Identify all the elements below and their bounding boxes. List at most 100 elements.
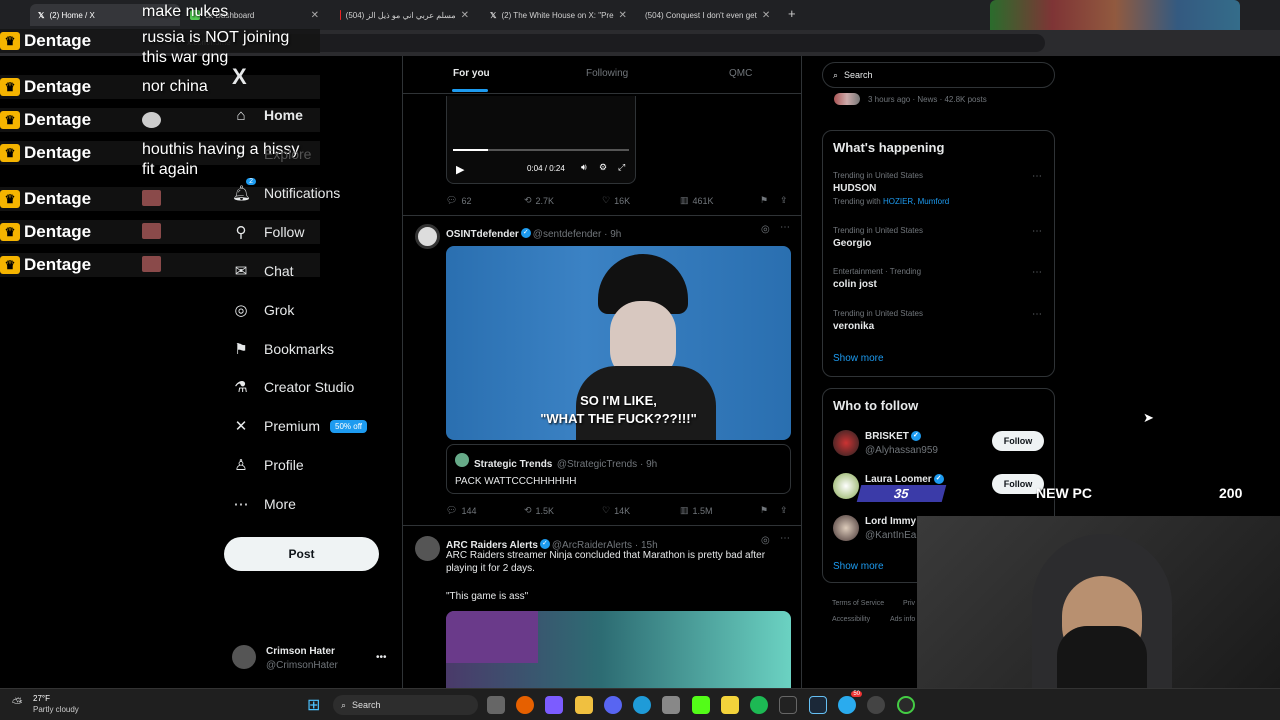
chat-username: Dentage bbox=[24, 222, 92, 241]
video-progress-bar[interactable] bbox=[453, 149, 629, 151]
user-name[interactable]: Laura Loomer ✓ bbox=[865, 474, 946, 485]
more-icon[interactable]: ⋯ bbox=[780, 533, 790, 544]
author-handle[interactable]: @sentdefender bbox=[533, 229, 602, 240]
browser-tab[interactable]: مسلم عربي اني مو ذيل الز (504) ✕ bbox=[332, 4, 477, 26]
stat-value: 461K bbox=[692, 195, 714, 206]
repost-count[interactable]: ⟲ 2.7K bbox=[524, 195, 554, 206]
bookmark-icon[interactable]: ⚑ bbox=[760, 195, 768, 206]
taskbar-search[interactable]: ⌕ Search bbox=[333, 695, 478, 715]
trend-name: veronika bbox=[833, 321, 875, 332]
avatar[interactable] bbox=[833, 430, 859, 456]
grok-icon[interactable]: ◎ bbox=[761, 224, 770, 235]
follow-button[interactable]: Follow bbox=[992, 431, 1044, 451]
notes-icon[interactable] bbox=[721, 696, 739, 714]
more-icon[interactable]: ••• bbox=[376, 652, 387, 663]
show-more-link[interactable]: Show more bbox=[833, 561, 884, 572]
more-icon[interactable]: ⋯ bbox=[780, 222, 790, 233]
nav-chat[interactable]: ✉ Chat bbox=[232, 257, 294, 285]
nav-explore[interactable]: ⌕ Explore bbox=[232, 140, 312, 168]
author-name[interactable]: OSINTdefender bbox=[446, 229, 519, 240]
tab-qmc[interactable]: QMC bbox=[729, 68, 752, 79]
tab-for-you[interactable]: For you bbox=[453, 68, 490, 79]
nav-notifications[interactable]: 🔔︎ 2 Notifications bbox=[232, 178, 340, 207]
telegram-icon[interactable]: 50 bbox=[838, 691, 862, 714]
fullscreen-icon[interactable]: ⤢ bbox=[618, 162, 625, 173]
nav-more[interactable]: ⋯ More bbox=[232, 490, 296, 518]
footer-link[interactable]: Accessibility bbox=[832, 616, 870, 623]
bookmark-icon[interactable]: ⚑ bbox=[760, 505, 768, 516]
footer-link[interactable]: Priv bbox=[903, 600, 915, 607]
share-icon[interactable]: ⇪ bbox=[780, 195, 788, 206]
share-icon[interactable]: ⇪ bbox=[780, 505, 788, 516]
x-logo-icon[interactable]: X bbox=[232, 64, 247, 90]
avatar[interactable] bbox=[415, 536, 440, 561]
nav-premium[interactable]: ✕ Premium 50% off bbox=[232, 412, 367, 440]
file-explorer-icon[interactable] bbox=[575, 696, 593, 714]
nav-bookmarks[interactable]: ⚑ Bookmarks bbox=[232, 335, 334, 363]
trend-item[interactable]: Trending in United States HUDSON Trendin… bbox=[833, 171, 1043, 206]
view-count[interactable]: ▥ 1.5M bbox=[680, 505, 713, 516]
close-icon[interactable]: ✕ bbox=[461, 10, 469, 21]
discord-icon[interactable] bbox=[604, 696, 622, 714]
trend-item[interactable]: Trending in United States veronika bbox=[833, 309, 923, 332]
show-more-link[interactable]: Show more bbox=[833, 353, 884, 364]
more-icon[interactable]: ⋯ bbox=[1032, 267, 1042, 278]
spotify-icon[interactable] bbox=[750, 696, 768, 714]
trend-item[interactable]: Entertainment · Trending colin jost bbox=[833, 267, 921, 290]
task-view-icon[interactable] bbox=[487, 696, 505, 714]
quoted-post[interactable]: Strategic Trends @StrategicTrends · 9h P… bbox=[446, 444, 791, 494]
more-icon[interactable]: ⋯ bbox=[1032, 171, 1042, 182]
footer-link[interactable]: Ads info bbox=[890, 616, 915, 623]
view-count[interactable]: ▥ 461K bbox=[680, 195, 714, 206]
trend-related[interactable]: HOZIER, Mumford bbox=[883, 197, 949, 206]
windows-start-icon[interactable]: ⊞ bbox=[307, 695, 320, 715]
post-video[interactable]: SO I'M LIKE, "WHAT THE FUCK???!!!" bbox=[446, 246, 791, 440]
avatar[interactable] bbox=[415, 224, 440, 249]
tab-following[interactable]: Following bbox=[586, 68, 628, 79]
trend-item[interactable]: Trending in United States Georgio bbox=[833, 226, 923, 249]
post-button[interactable]: Post bbox=[224, 537, 379, 571]
browser-tab[interactable]: 𝕏 (2) The White House on X: "Pre ✕ bbox=[482, 4, 627, 26]
avatar[interactable] bbox=[833, 473, 859, 499]
close-icon[interactable]: ✕ bbox=[762, 10, 770, 21]
edge-icon[interactable] bbox=[633, 696, 651, 714]
store-icon[interactable] bbox=[662, 696, 680, 714]
new-tab-button[interactable]: + bbox=[788, 6, 796, 21]
nav-grok[interactable]: ◎ Grok bbox=[232, 296, 294, 324]
volume-icon[interactable]: 🔊︎ bbox=[581, 162, 587, 173]
user-name[interactable]: Lord Immy bbox=[865, 516, 916, 527]
nav-follow[interactable]: ⚲ Follow bbox=[232, 218, 305, 246]
nav-home[interactable]: ⌂ Home bbox=[232, 101, 302, 129]
weather-icon[interactable]: ⛅︎ bbox=[12, 695, 22, 711]
like-count[interactable]: ♡ 14K bbox=[602, 505, 630, 516]
settings-icon[interactable]: ⚙ bbox=[599, 162, 607, 173]
like-count[interactable]: ♡ 16K bbox=[602, 195, 630, 206]
kick-icon[interactable] bbox=[692, 696, 710, 714]
nav-creator-studio[interactable]: ⚗ Creator Studio bbox=[232, 373, 354, 401]
reply-count[interactable]: 💬︎ 62 bbox=[446, 195, 471, 206]
firefox-icon[interactable] bbox=[516, 696, 534, 714]
post-video[interactable] bbox=[446, 611, 791, 691]
repost-count[interactable]: ⟲ 1.5K bbox=[524, 505, 554, 516]
user-name[interactable]: BRISKET ✓ bbox=[865, 431, 923, 442]
app-icon[interactable] bbox=[779, 696, 797, 714]
close-icon[interactable]: ✕ bbox=[619, 10, 627, 21]
footer-link[interactable]: Terms of Service bbox=[832, 600, 884, 607]
news-item[interactable]: 3 hours ago · News · 42.8K posts bbox=[834, 93, 987, 105]
browser-tab[interactable]: (504) Conquest I don't even get ✕ bbox=[632, 4, 777, 26]
avatar[interactable] bbox=[232, 645, 256, 669]
search-input[interactable]: ⌕ Search bbox=[822, 62, 1055, 88]
copilot-icon[interactable] bbox=[545, 696, 563, 714]
more-icon[interactable]: ⋯ bbox=[1032, 309, 1042, 320]
avatar[interactable] bbox=[833, 515, 859, 541]
app-icon[interactable] bbox=[867, 696, 885, 714]
reply-count[interactable]: 💬︎ 144 bbox=[446, 505, 476, 516]
more-icon[interactable]: ⋯ bbox=[1032, 226, 1042, 237]
nav-profile[interactable]: ♙ Profile bbox=[232, 451, 303, 479]
grok-icon[interactable]: ◎ bbox=[761, 535, 770, 546]
app-icon[interactable] bbox=[897, 696, 915, 714]
video-player[interactable]: ▶ 0:04 / 0:24 🔊︎ ⚙ ⤢ bbox=[446, 96, 636, 184]
close-icon[interactable]: ✕ bbox=[311, 10, 319, 21]
play-icon[interactable]: ▶ bbox=[456, 163, 464, 176]
steam-icon[interactable] bbox=[809, 696, 827, 714]
